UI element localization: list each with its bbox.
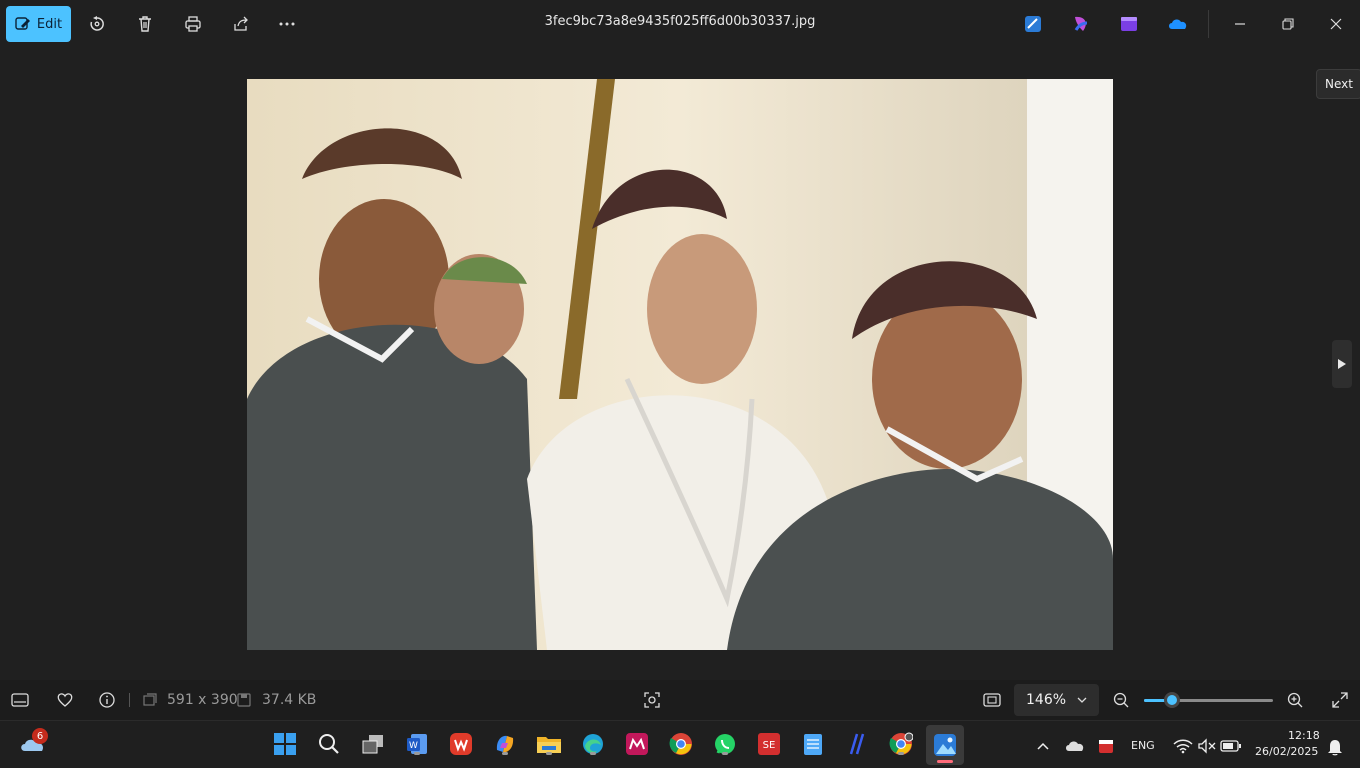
bottom-toolbar: 591 x 390 37.4 KB 146% xyxy=(0,680,1360,720)
full-screen-icon[interactable] xyxy=(1330,690,1350,710)
edge-app-icon[interactable] xyxy=(580,731,606,757)
top-toolbar: Edit 3fec9bc73a8e9435f025ff6d00b30337.jp… xyxy=(0,0,1360,48)
designer-app-icon[interactable] xyxy=(1071,14,1091,34)
next-image-button[interactable] xyxy=(1332,340,1352,388)
active-indicator xyxy=(937,760,953,763)
language-indicator[interactable]: ENG xyxy=(1131,739,1155,752)
delete-icon[interactable] xyxy=(133,12,157,36)
photo-canvas[interactable] xyxy=(247,79,1113,650)
svg-text:W: W xyxy=(409,741,418,751)
edit-button[interactable]: Edit xyxy=(6,6,71,42)
file-size-icon xyxy=(234,690,254,710)
zoom-in-icon[interactable] xyxy=(1285,690,1305,710)
more-options-icon[interactable] xyxy=(275,12,299,36)
weather-badge: 6 xyxy=(32,728,48,744)
running-indicator xyxy=(502,752,508,755)
wps-app-icon[interactable] xyxy=(448,731,474,757)
chevron-up-icon[interactable] xyxy=(1030,733,1056,759)
notepad-app-icon[interactable] xyxy=(800,731,826,757)
clipchamp-app-icon[interactable] xyxy=(1119,14,1139,34)
rotate-icon[interactable] xyxy=(85,12,109,36)
close-icon[interactable] xyxy=(1324,12,1348,36)
red-app-icon[interactable] xyxy=(624,731,650,757)
running-indicator xyxy=(590,752,596,755)
svg-text:SE: SE xyxy=(763,740,776,751)
running-indicator xyxy=(722,752,728,755)
volume-muted-icon[interactable] xyxy=(1194,733,1220,759)
clock-date[interactable]: 26/02/2025 xyxy=(1255,745,1318,758)
photo-editor-app-icon[interactable] xyxy=(1023,14,1043,34)
share-icon[interactable] xyxy=(229,12,253,36)
favorite-heart-icon[interactable] xyxy=(55,690,75,710)
notifications-icon[interactable] xyxy=(1322,734,1348,760)
play-right-icon xyxy=(1338,359,1346,369)
photo-image xyxy=(247,79,1113,650)
photos-app-icon[interactable] xyxy=(926,725,964,765)
weather-widget-icon[interactable]: 6 xyxy=(18,728,48,756)
clock-time[interactable]: 12:18 xyxy=(1288,729,1320,742)
running-indicator xyxy=(898,752,904,755)
calendar-tray-icon[interactable] xyxy=(1093,733,1119,759)
edit-image-icon xyxy=(15,17,30,30)
file-explorer-icon[interactable] xyxy=(536,731,562,757)
toolbar-separator xyxy=(1208,10,1209,38)
minimize-icon[interactable] xyxy=(1228,12,1252,36)
zoom-dropdown[interactable]: 146% xyxy=(1014,684,1099,716)
running-indicator xyxy=(414,752,420,755)
restore-icon[interactable] xyxy=(1276,12,1300,36)
print-icon[interactable] xyxy=(181,12,205,36)
whatsapp-app-icon[interactable] xyxy=(712,731,738,757)
battery-icon[interactable] xyxy=(1218,733,1244,759)
zoom-slider-thumb[interactable] xyxy=(1164,692,1181,708)
running-indicator xyxy=(546,752,552,755)
task-view-icon[interactable] xyxy=(360,731,386,757)
slash-app-icon[interactable] xyxy=(844,731,870,757)
word-app-icon[interactable]: W xyxy=(404,731,430,757)
chrome-profile-app-icon[interactable] xyxy=(888,731,914,757)
info-separator xyxy=(129,693,130,707)
zoom-value: 146% xyxy=(1026,692,1067,708)
wifi-icon[interactable] xyxy=(1170,733,1196,759)
windows-taskbar: 6 W SE ENG 12:18 26/02/2025 xyxy=(0,720,1360,768)
onedrive-app-icon[interactable] xyxy=(1167,14,1187,34)
file-size: 37.4 KB xyxy=(262,692,317,708)
fit-to-window-icon[interactable] xyxy=(982,690,1002,710)
start-icon[interactable] xyxy=(272,731,298,757)
file-title: 3fec9bc73a8e9435f025ff6d00b30337.jpg xyxy=(544,14,816,29)
edit-button-label: Edit xyxy=(36,16,63,32)
dimensions-icon xyxy=(140,690,160,710)
info-icon[interactable] xyxy=(97,690,117,710)
copilot-app-icon[interactable] xyxy=(492,731,518,757)
chrome-app-icon[interactable] xyxy=(668,731,694,757)
chevron-down-icon xyxy=(1077,697,1087,703)
zoom-out-icon[interactable] xyxy=(1111,690,1131,710)
next-tooltip: Next xyxy=(1316,69,1360,99)
zoom-slider[interactable] xyxy=(1144,692,1273,708)
se-app-icon[interactable]: SE xyxy=(756,731,782,757)
search-icon[interactable] xyxy=(316,731,342,757)
filmstrip-icon[interactable] xyxy=(10,690,30,710)
visual-search-icon[interactable] xyxy=(642,690,662,710)
onedrive-tray-icon[interactable] xyxy=(1062,733,1088,759)
image-dimensions: 591 x 390 xyxy=(167,692,238,708)
